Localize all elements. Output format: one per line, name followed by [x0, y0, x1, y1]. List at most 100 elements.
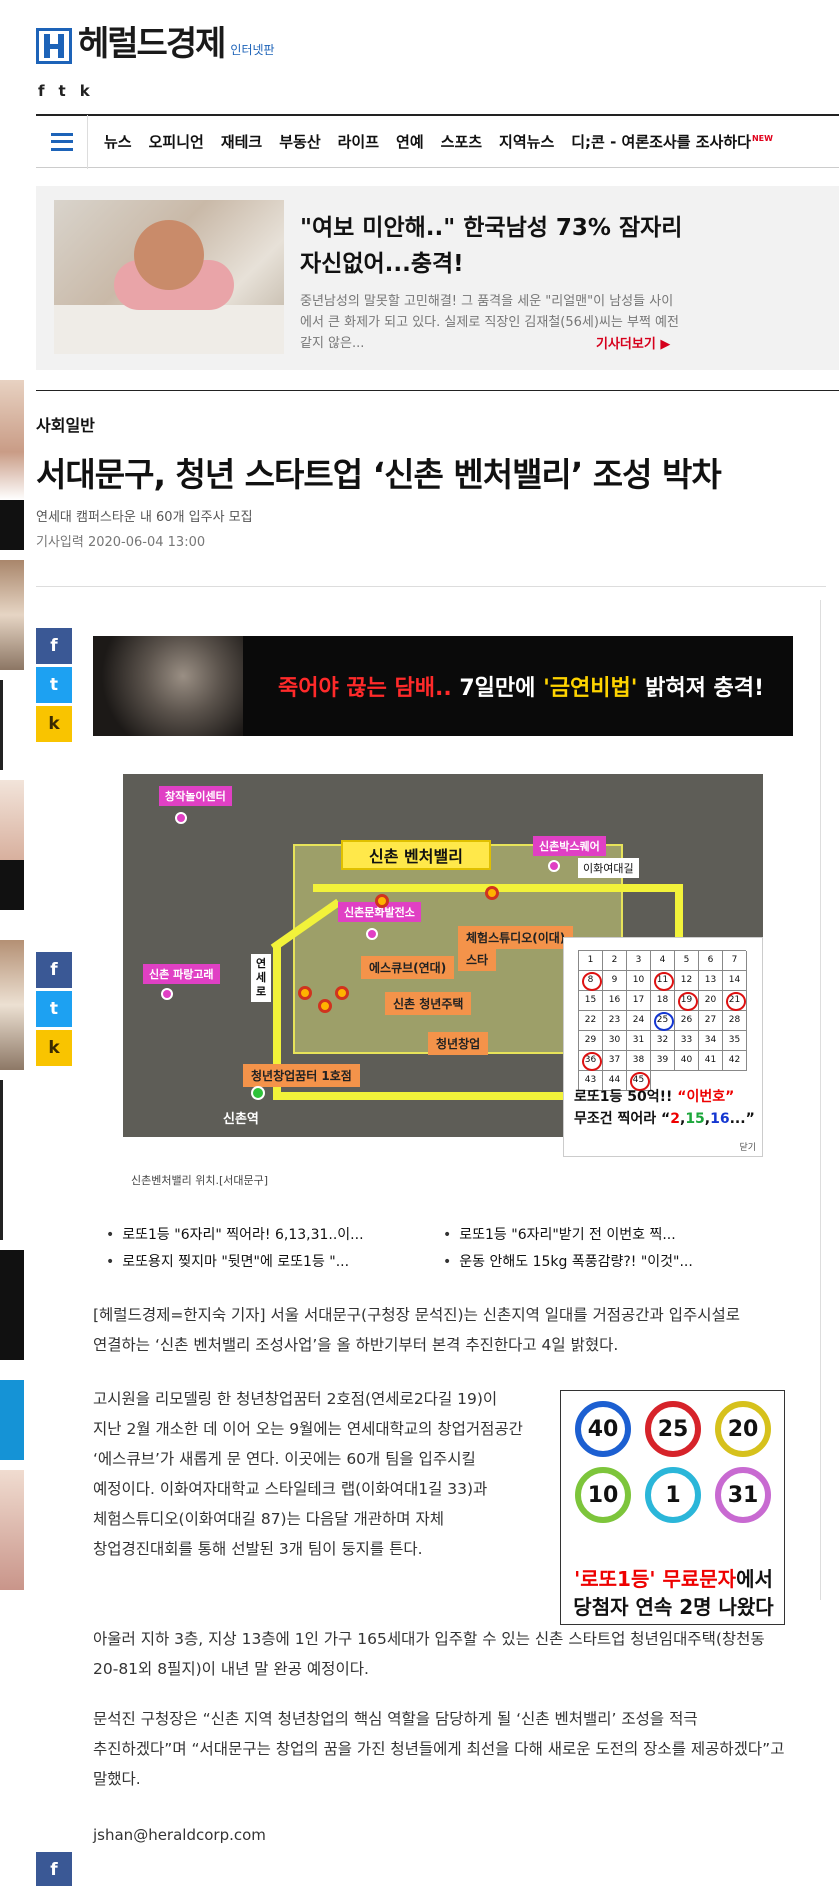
lotto-grid-cell: 3 [627, 951, 651, 971]
header-divider [36, 586, 826, 587]
share-kakao-button[interactable]: k [36, 1030, 72, 1066]
logo-text: 헤럴드경제 [78, 24, 226, 64]
facebook-icon[interactable]: f [38, 82, 45, 100]
article-paragraph: 아울러 지하 3층, 지상 13층에 1인 가구 165세대가 입주할 수 있는… [93, 1630, 765, 1678]
nav-item-dcon[interactable]: 디;콘 - 여론조사를 조사하다NEW [571, 131, 773, 152]
lotto-grid-cell: 33 [675, 1031, 699, 1051]
map-label-dream-1: 청년창업꿈터 1호점 [243, 1064, 360, 1087]
related-links: 로또1등 "6자리" 찍어라! 6,13,31..이... 로또1등 "6자리"… [106, 1224, 766, 1271]
twitter-icon[interactable]: t [59, 82, 66, 100]
lotto-grid-cell: 37 [603, 1051, 627, 1071]
smoking-ad-banner[interactable]: 죽어야 끊는 담배.. 7일만에 '금연비법' 밝혀져 충격! [93, 636, 793, 736]
nav-item-realestate[interactable]: 부동산 [279, 131, 320, 152]
lotto-line-2-n1: 2 [670, 1111, 680, 1127]
lotto-line-2-n2: 15 [685, 1111, 705, 1127]
lotto-ball: 25 [645, 1401, 701, 1457]
share-facebook-button[interactable]: f [36, 1852, 72, 1886]
lotto-overlay-ad[interactable]: 1 2 3 4 5 6 7 8 9 10 11 12 13 14 15 16 17 18 19 20 21 22 23 24 2… [563, 937, 763, 1157]
map-label-studio: 체험스튜디오(이대) [458, 926, 574, 949]
lotto-grid-cell: 32 [651, 1031, 675, 1051]
promo-image[interactable] [54, 200, 284, 354]
nav-item-sports[interactable]: 스포츠 [441, 131, 482, 152]
share-facebook-button[interactable]: f [36, 952, 72, 988]
header-social-links: f t k [38, 82, 90, 100]
map-marker [548, 860, 560, 872]
lotto-ball: 10 [575, 1467, 631, 1523]
ad-face-image [93, 636, 243, 736]
main-navigation: 뉴스 오피니언 재테크 부동산 라이프 연예 스포츠 지역뉴스 디;콘 - 여론… [36, 114, 839, 169]
map-caption: 신촌벤처밸리 위치.[서대문구] [131, 1174, 269, 1187]
lotto-ball: 1 [645, 1467, 701, 1523]
promo-box[interactable]: "여보 미안해.." 한국남성 73% 잠자리 자신없어...충격! 중년남성의… [36, 186, 839, 370]
reporter-email[interactable]: jshan@heraldcorp.com [93, 1826, 266, 1844]
map-tag-box-square: 신촌박스퀘어 [533, 836, 606, 856]
nav-item-news[interactable]: 뉴스 [104, 131, 132, 152]
lotto-grid-cell: 9 [603, 971, 627, 991]
lotto-ad-close-button[interactable]: 닫기 [739, 1140, 756, 1153]
map-site-marker [335, 986, 349, 1000]
article-dateline: 기사입력 2020-06-04 13:00 [36, 535, 206, 550]
lotto-balls-ad[interactable]: 40 25 20 10 1 31 '로또1등' 무료문자에서 당첨자 연속 2명… [560, 1390, 785, 1625]
article-category[interactable]: 사회일반 [36, 412, 95, 436]
left-ad-strip[interactable] [0, 380, 24, 1886]
lotto-grid-cell: 27 [699, 1011, 723, 1031]
lotto-grid-cell: 11 [651, 971, 675, 991]
map-marker [366, 928, 378, 940]
site-logo[interactable]: 헤럴드경제 인터넷판 [36, 24, 275, 64]
map-site-marker [318, 999, 332, 1013]
lotto-grid-cell: 6 [699, 951, 723, 971]
lotto-line-2-a: 무조건 찍어라 “ [574, 1111, 671, 1127]
share-facebook-button[interactable]: f [36, 628, 72, 664]
lotto-grid-cell: 28 [723, 1011, 747, 1031]
nav-item-opinion[interactable]: 오피니언 [149, 131, 204, 152]
lotto-grid-cell: 31 [627, 1031, 651, 1051]
related-link[interactable]: 로또용지 찢지마 "뒷면"에 로또1등 "... [106, 1251, 443, 1271]
promo-more-link[interactable]: 기사더보기 ▶ [596, 333, 670, 352]
ad-text-white-2: 밝혀져 충격! [637, 676, 765, 701]
map-label-startup: 청년창업 [428, 1032, 489, 1055]
lotto-grid-cell: 30 [603, 1031, 627, 1051]
related-link[interactable]: 운동 안해도 15kg 폭풍감량?! "이것"... [443, 1251, 766, 1271]
lotto-grid-cell: 24 [627, 1011, 651, 1031]
promo-title[interactable]: "여보 미안해.." 한국남성 73% 잠자리 자신없어...충격! [300, 210, 700, 282]
lotto-grid-cell: 26 [675, 1011, 699, 1031]
share-kakao-button[interactable]: k [36, 706, 72, 742]
lotto-ball: 20 [715, 1401, 771, 1457]
lotto-ball: 31 [715, 1467, 771, 1523]
map-site-marker [375, 894, 389, 908]
lotto-line-2-n3: 16 [710, 1111, 730, 1127]
lotto-grid-cell: 7 [723, 951, 747, 971]
nav-item-finance[interactable]: 재테크 [221, 131, 262, 152]
logo-subtitle: 인터넷판 [230, 43, 275, 57]
nav-item-life[interactable]: 라이프 [338, 131, 379, 152]
lotto-grid-cell: 42 [723, 1051, 747, 1071]
nav-item-entertainment[interactable]: 연예 [396, 131, 424, 152]
lotto-grid-cell: 21 [723, 991, 747, 1011]
kakao-icon[interactable]: k [80, 82, 90, 100]
lotto-grid-cell: 39 [651, 1051, 675, 1071]
related-link[interactable]: 로또1등 "6자리" 찍어라! 6,13,31..이... [106, 1224, 443, 1244]
nav-item-local[interactable]: 지역뉴스 [499, 131, 554, 152]
map-label-housing: 신촌 청년주택 [385, 992, 472, 1015]
menu-button[interactable] [36, 114, 88, 169]
article-paragraph: 문석진 구청장은 “신촌 지역 청년창업의 핵심 역할을 담당하게 될 ‘신촌 … [93, 1710, 785, 1788]
lotto-grid-cell: 8 [579, 971, 603, 991]
map-tag-creative-center: 창작놀이센터 [159, 786, 232, 806]
lotto-grid-cell: 2 [603, 951, 627, 971]
balls-ad-line-1: '로또1등' 무료문자에서 [561, 1563, 786, 1592]
lotto-grid-cell: 16 [603, 991, 627, 1011]
lotto-grid-cell: 1 [579, 951, 603, 971]
lotto-grid-cell: 40 [675, 1051, 699, 1071]
map-marker [161, 988, 173, 1000]
share-twitter-button[interactable]: t [36, 991, 72, 1027]
ad-text-red: 죽어야 끊는 담배.. [278, 676, 452, 701]
lotto-grid-cell: 22 [579, 1011, 603, 1031]
lotto-ad-line-1: 로또1등 50억!! “이번호” [574, 1086, 759, 1106]
share-twitter-button[interactable]: t [36, 667, 72, 703]
share-bar: f [36, 1852, 72, 1886]
balls-ad-line-2: 당첨자 연속 2명 나왔다 [573, 1595, 774, 1619]
lotto-grid-cell: 29 [579, 1031, 603, 1051]
balls-ad-line-1-red: '로또1등' 무료문자 [574, 1567, 737, 1591]
related-link[interactable]: 로또1등 "6자리"받기 전 이번호 찍... [443, 1224, 766, 1244]
section-divider [36, 390, 839, 391]
